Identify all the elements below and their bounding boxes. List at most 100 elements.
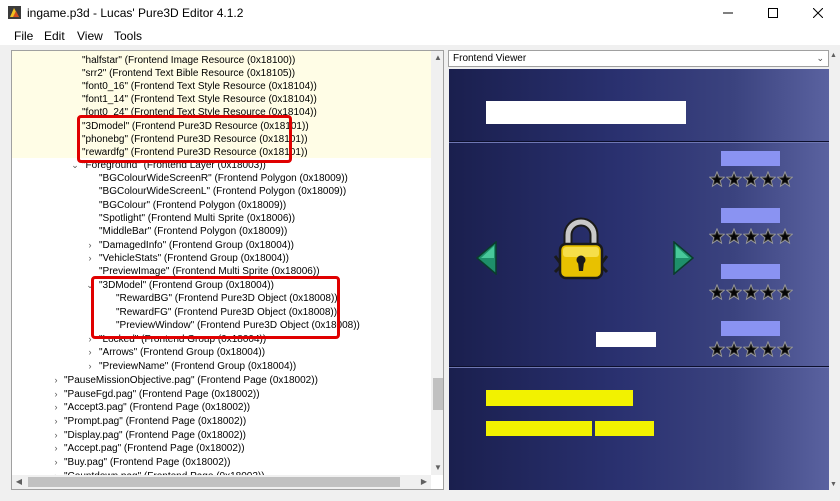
tree-item[interactable]: "Accept3.pag" (Frontend Page (0x18002)) [64,401,250,414]
star-icon [776,283,794,302]
menu-file[interactable]: File [14,29,33,43]
tree-item[interactable]: "font0_16" (Frontend Text Style Resource… [82,80,317,93]
yellow-bar [486,390,633,406]
tree-vertical-scrollbar[interactable]: ▲ ▼ [431,51,443,475]
tree-item[interactable]: "Accept.pag" (Frontend Page (0x18002)) [64,442,245,455]
title-bar: ingame.p3d - Lucas' Pure3D Editor 4.1.2 [0,0,840,26]
tree-item[interactable]: "Prompt.pag" (Frontend Page (0x18002)) [64,415,246,428]
highlight-box-3dmodel-group [91,276,340,339]
star-icon [725,283,743,302]
divider [449,142,829,143]
scroll-thumb[interactable] [433,378,443,410]
tree-item[interactable]: "BGColour" (Frontend Polygon (0x18009)) [99,199,286,212]
tree-item[interactable]: "Spotlight" (Frontend Multi Sprite (0x18… [99,212,295,225]
tree-item[interactable]: "srr2" (Frontend Text Bible Resource (0x… [82,67,295,80]
tree-item[interactable]: "font1_14" (Frontend Text Style Resource… [82,93,317,106]
viewer-scrollbar[interactable]: ▲ ▼ [829,50,840,490]
star-icon [776,227,794,246]
tree-item[interactable]: "PreviewName" (Frontend Group (0x18004)) [99,360,296,373]
expand-icon[interactable]: › [52,456,60,469]
divider [449,367,829,368]
tree-item[interactable]: "DamagedInfo" (Frontend Group (0x18004)) [99,239,294,252]
viewer-selector[interactable]: Frontend Viewer ⌄ [448,50,829,67]
star-icon [759,227,777,246]
tree-item[interactable]: "MiddleBar" (Frontend Polygon (0x18009)) [99,225,287,238]
expand-icon[interactable]: › [52,429,60,442]
expand-icon[interactable]: › [52,374,60,387]
tree-item[interactable]: "BGColourWideScreenR" (Frontend Polygon … [99,172,348,185]
tree-item[interactable]: "PauseFgd.pag" (Frontend Page (0x18002)) [64,388,260,401]
expand-icon[interactable]: › [86,239,94,252]
window-title: ingame.p3d - Lucas' Pure3D Editor 4.1.2 [27,6,244,20]
menu-tools[interactable]: Tools [114,29,142,43]
tree-item[interactable]: "BGColourWideScreenL" (Frontend Polygon … [99,185,346,198]
chevron-down-icon: ⌄ [816,53,824,63]
star-icon [776,170,794,189]
title-bar-placeholder [486,101,686,124]
yellow-bar [486,421,592,436]
name-placeholder [596,332,656,347]
menu-edit[interactable]: Edit [44,29,65,43]
menu-view[interactable]: View [77,29,103,43]
stat-bar [721,264,780,279]
scroll-down-icon[interactable]: ▼ [830,481,837,488]
star-icon [725,340,743,359]
expand-icon[interactable]: › [52,415,60,428]
resource-tree[interactable]: "halfstar" (Frontend Image Resource (0x1… [11,50,444,490]
star-icon [759,340,777,359]
viewer-selector-value: Frontend Viewer [453,53,527,64]
star-icon [742,170,760,189]
tree-item[interactable]: "Buy.pag" (Frontend Page (0x18002)) [64,456,230,469]
star-icon [725,227,743,246]
expand-icon[interactable]: › [52,388,60,401]
highlight-box-resources [77,115,292,163]
stat-bar [721,151,780,166]
close-button[interactable] [795,0,840,26]
star-icon [708,227,726,246]
star-icon [725,170,743,189]
star-rating [708,170,794,189]
scroll-left-icon[interactable]: ◀ [12,475,26,489]
right-arrow-icon [673,241,694,275]
star-icon [742,227,760,246]
star-rating [708,227,794,246]
minimize-button[interactable] [705,0,750,26]
expand-icon[interactable]: › [86,252,94,265]
tree-item[interactable]: "halfstar" (Frontend Image Resource (0x1… [82,54,295,67]
star-icon [708,170,726,189]
scroll-up-icon[interactable]: ▲ [431,51,443,65]
expand-icon[interactable]: › [52,442,60,455]
maximize-button[interactable] [750,0,795,26]
padlock-icon [553,217,609,280]
stat-bar [721,208,780,223]
frontend-viewer[interactable] [449,69,829,490]
expand-icon[interactable]: › [86,346,94,359]
scroll-right-icon[interactable]: ▶ [417,475,431,489]
tree-item[interactable]: "PauseMissionObjective.pag" (Frontend Pa… [64,374,318,387]
tree-item[interactable]: "VehicleStats" (Frontend Group (0x18004)… [99,252,289,265]
star-icon [759,170,777,189]
expand-icon[interactable]: › [86,360,94,373]
star-icon [742,340,760,359]
app-icon [8,6,21,19]
stat-bar [721,321,780,336]
scroll-thumb-horizontal[interactable] [28,477,400,487]
left-arrow-icon [476,241,497,275]
scroll-down-icon[interactable]: ▼ [431,461,443,475]
star-icon [776,340,794,359]
tree-item[interactable]: "Display.pag" (Frontend Page (0x18002)) [64,429,246,442]
star-icon [708,340,726,359]
close-icon [812,8,823,18]
divider [449,366,829,367]
star-rating [708,283,794,302]
menu-bar: File Edit View Tools [0,26,840,46]
tree-horizontal-scrollbar[interactable]: ◀ ▶ [12,475,431,489]
tree-item[interactable]: "Arrows" (Frontend Group (0x18004)) [99,346,265,359]
expand-icon[interactable]: › [52,401,60,414]
star-icon [759,283,777,302]
scroll-up-icon[interactable]: ▲ [830,52,837,59]
divider [449,141,829,142]
maximize-icon [767,8,778,18]
star-icon [708,283,726,302]
star-rating [708,340,794,359]
